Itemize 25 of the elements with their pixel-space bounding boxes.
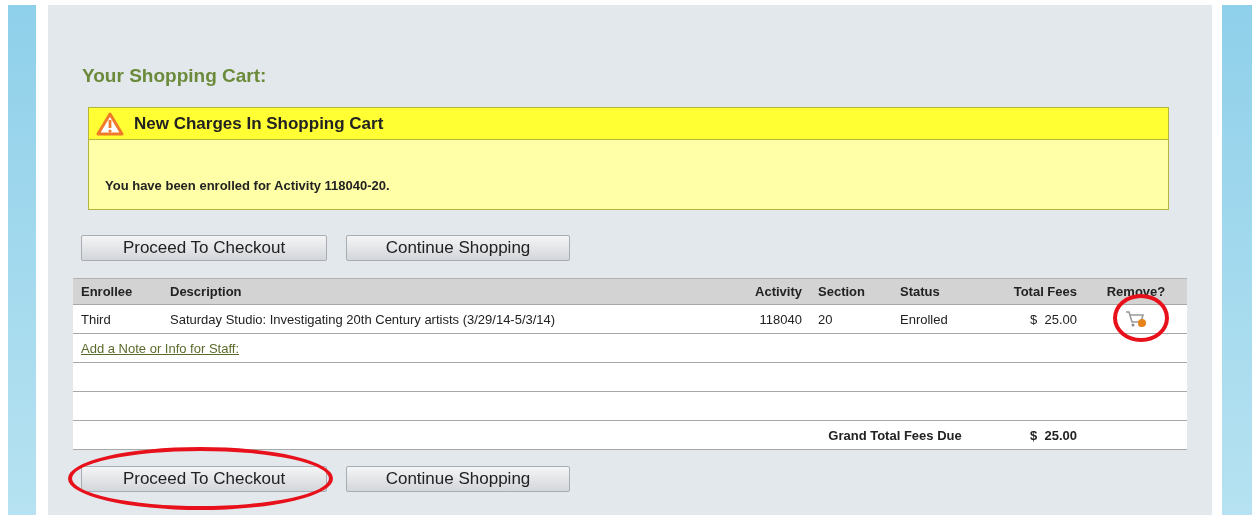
column-header: Description (162, 279, 745, 305)
table-cell: $ 25.00 (1030, 311, 1077, 327)
cart-remove-icon[interactable] (1125, 309, 1147, 329)
continue-shopping-button[interactable]: Continue Shopping (346, 235, 570, 261)
table-cell: Third (81, 311, 111, 327)
column-header: Total Fees (980, 279, 1085, 305)
column-header: Status (892, 279, 980, 305)
checkout-button[interactable]: Proceed To Checkout (81, 235, 327, 261)
grand-total-value: $ 25.00 (1030, 427, 1077, 443)
table-cell: 20 (818, 311, 833, 327)
table-cell: 118040 (759, 311, 802, 327)
warning-icon (96, 111, 124, 136)
column-header: Section (810, 279, 892, 305)
checkout-button[interactable]: Proceed To Checkout (81, 466, 327, 492)
alert-title: New Charges In Shopping Cart (134, 113, 384, 134)
column-header: Enrollee (73, 279, 162, 305)
column-header: Remove? (1085, 279, 1187, 305)
alert-message: You have been enrolled for Activity 118040-20. (105, 178, 391, 193)
table-cell: Saturday Studio: Investigating 20th Century artists (3/29/14-5/3/14) (170, 311, 556, 327)
table-cell: Enrolled (900, 311, 948, 327)
grand-total-label: Grand Total Fees Due (828, 427, 962, 443)
column-header: Activity (745, 279, 810, 305)
add-note-link[interactable]: Add a Note or Info for Staff: (81, 340, 240, 356)
continue-shopping-button[interactable]: Continue Shopping (346, 466, 570, 492)
page-heading: Your Shopping Cart: (82, 65, 268, 88)
